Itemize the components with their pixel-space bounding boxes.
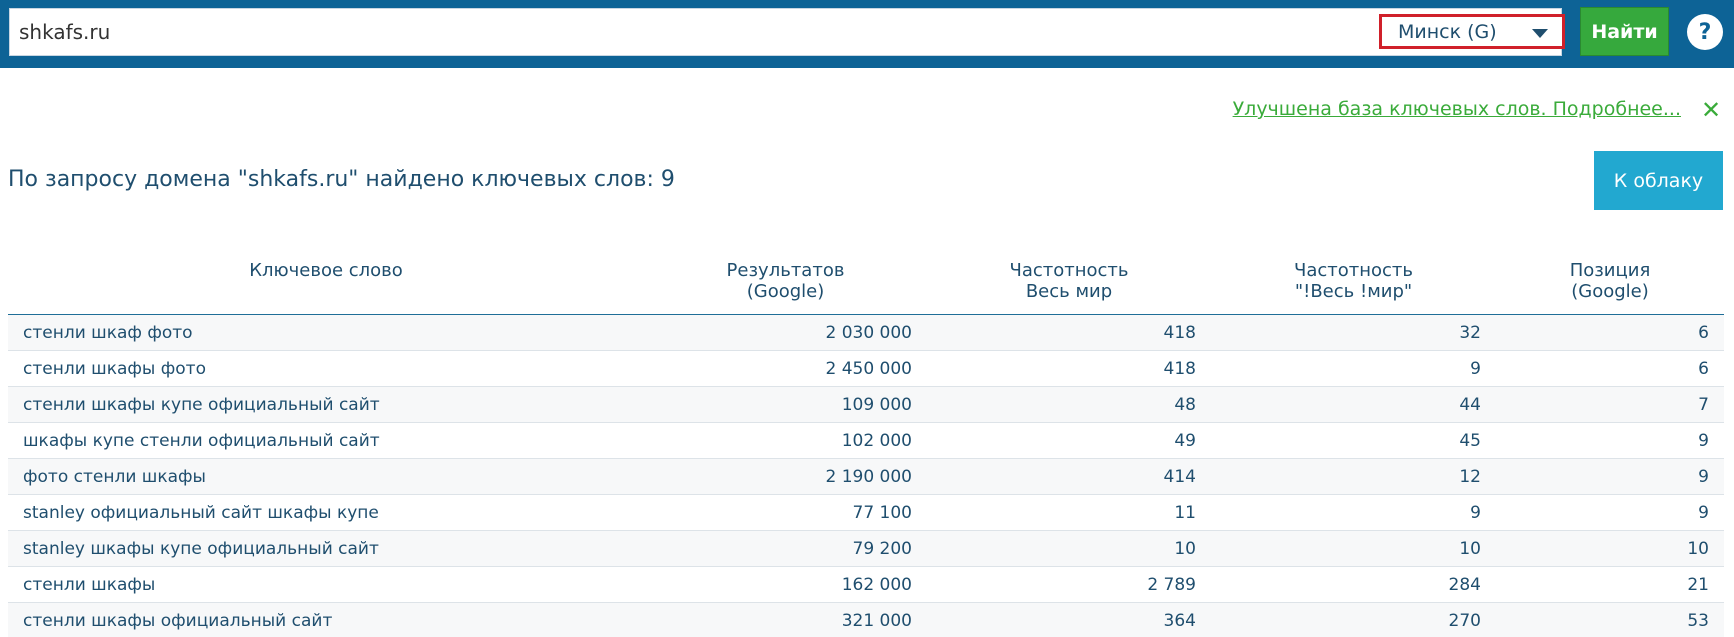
table-row: stanley шкафы купе официальный сайт 79 2… — [8, 530, 1724, 567]
table-row: шкафы купе стенли официальный сайт 102 0… — [8, 422, 1724, 459]
freq-exact-cell: 44 — [1211, 386, 1496, 423]
keywords-table: Ключевое слово Результатов (Google) Част… — [8, 248, 1724, 637]
region-select[interactable]: Минск (G) — [1379, 14, 1565, 49]
freq-world-cell: 49 — [927, 422, 1211, 459]
position-cell: 9 — [1496, 458, 1724, 495]
position-cell: 21 — [1496, 566, 1724, 603]
column-header-label: Частотность — [1009, 260, 1129, 281]
position-cell: 6 — [1496, 350, 1724, 387]
keyword-cell[interactable]: stanley официальный сайт шкафы купе — [8, 494, 644, 531]
table-row: стенли шкафы 162 000 2 789 284 21 — [8, 566, 1724, 603]
search-box: Минск (G) — [9, 8, 1565, 56]
column-header-label: Ключевое слово — [249, 260, 403, 281]
freq-exact-cell: 9 — [1211, 494, 1496, 531]
position-cell: 10 — [1496, 530, 1724, 567]
top-search-bar: Минск (G) Найти ? — [0, 0, 1734, 68]
column-header-label: Весь мир — [1025, 281, 1113, 302]
help-icon[interactable]: ? — [1687, 14, 1723, 50]
chevron-down-icon — [1532, 29, 1548, 38]
table-row: фото стенли шкафы 2 190 000 414 12 9 — [8, 458, 1724, 495]
results-cell: 77 100 — [644, 494, 927, 531]
keyword-cell[interactable]: stanley шкафы купе официальный сайт — [8, 530, 644, 567]
table-row: стенли шкафы фото 2 450 000 418 9 6 — [8, 350, 1724, 387]
column-header-label: "!Весь !мир" — [1294, 281, 1413, 302]
notice-more-link[interactable]: Улучшена база ключевых слов. Подробнее..… — [1233, 98, 1681, 120]
results-cell: 2 190 000 — [644, 458, 927, 495]
keyword-cell[interactable]: стенли шкафы — [8, 566, 644, 603]
keyword-cell[interactable]: стенли шкафы купе официальный сайт — [8, 386, 644, 423]
table-row: стенли шкафы купе официальный сайт 109 0… — [8, 386, 1724, 423]
column-header-label: (Google) — [1571, 281, 1649, 302]
keyword-cell[interactable]: шкафы купе стенли официальный сайт — [8, 422, 644, 459]
table-header-row: Ключевое слово Результатов (Google) Част… — [8, 248, 1724, 315]
search-button[interactable]: Найти — [1580, 7, 1669, 56]
keyword-cell[interactable]: стенли шкафы фото — [8, 350, 644, 387]
close-icon[interactable]: ✕ — [1698, 97, 1724, 123]
results-cell: 109 000 — [644, 386, 927, 423]
position-cell: 9 — [1496, 494, 1724, 531]
freq-world-cell: 10 — [927, 530, 1211, 567]
results-cell: 162 000 — [644, 566, 927, 603]
domain-search-input[interactable] — [10, 9, 1370, 55]
results-cell: 2 450 000 — [644, 350, 927, 387]
keyword-cell[interactable]: стенли шкафы официальный сайт — [8, 602, 644, 637]
freq-world-cell: 48 — [927, 386, 1211, 423]
freq-world-cell: 2 789 — [927, 566, 1211, 603]
freq-exact-cell: 45 — [1211, 422, 1496, 459]
to-cloud-button[interactable]: К облаку — [1594, 151, 1723, 210]
position-cell: 6 — [1496, 314, 1724, 351]
results-cell: 321 000 — [644, 602, 927, 637]
page-title: По запросу домена "shkafs.ru" найдено кл… — [8, 167, 675, 192]
results-cell: 79 200 — [644, 530, 927, 567]
table-row: stanley официальный сайт шкафы купе 77 1… — [8, 494, 1724, 531]
freq-world-cell: 414 — [927, 458, 1211, 495]
freq-exact-cell: 32 — [1211, 314, 1496, 351]
table-row: стенли шкаф фото 2 030 000 418 32 6 — [8, 314, 1724, 351]
column-header-label: Частотность — [1293, 260, 1414, 281]
column-header-label: Результатов — [726, 260, 845, 281]
freq-exact-cell: 9 — [1211, 350, 1496, 387]
column-header-position[interactable]: Позиция (Google) — [1496, 248, 1724, 315]
position-cell: 7 — [1496, 386, 1724, 423]
table-row: стенли шкафы официальный сайт 321 000 36… — [8, 602, 1724, 637]
results-cell: 2 030 000 — [644, 314, 927, 351]
position-cell: 53 — [1496, 602, 1724, 637]
freq-world-cell: 418 — [927, 350, 1211, 387]
column-header-label: (Google) — [746, 281, 825, 302]
keyword-cell[interactable]: фото стенли шкафы — [8, 458, 644, 495]
freq-world-cell: 11 — [927, 494, 1211, 531]
column-header-freq-exact[interactable]: Частотность "!Весь !мир" — [1211, 248, 1496, 315]
position-cell: 9 — [1496, 422, 1724, 459]
column-header-freq-world[interactable]: Частотность Весь мир — [927, 248, 1211, 315]
freq-exact-cell: 12 — [1211, 458, 1496, 495]
column-header-keyword[interactable]: Ключевое слово — [8, 248, 644, 315]
freq-world-cell: 418 — [927, 314, 1211, 351]
results-cell: 102 000 — [644, 422, 927, 459]
keyword-cell[interactable]: стенли шкаф фото — [8, 314, 644, 351]
column-header-results[interactable]: Результатов (Google) — [644, 248, 927, 315]
column-header-label: Позиция — [1569, 260, 1651, 281]
freq-exact-cell: 10 — [1211, 530, 1496, 567]
freq-exact-cell: 270 — [1211, 602, 1496, 637]
freq-world-cell: 364 — [927, 602, 1211, 637]
freq-exact-cell: 284 — [1211, 566, 1496, 603]
region-select-label: Минск (G) — [1398, 20, 1497, 43]
